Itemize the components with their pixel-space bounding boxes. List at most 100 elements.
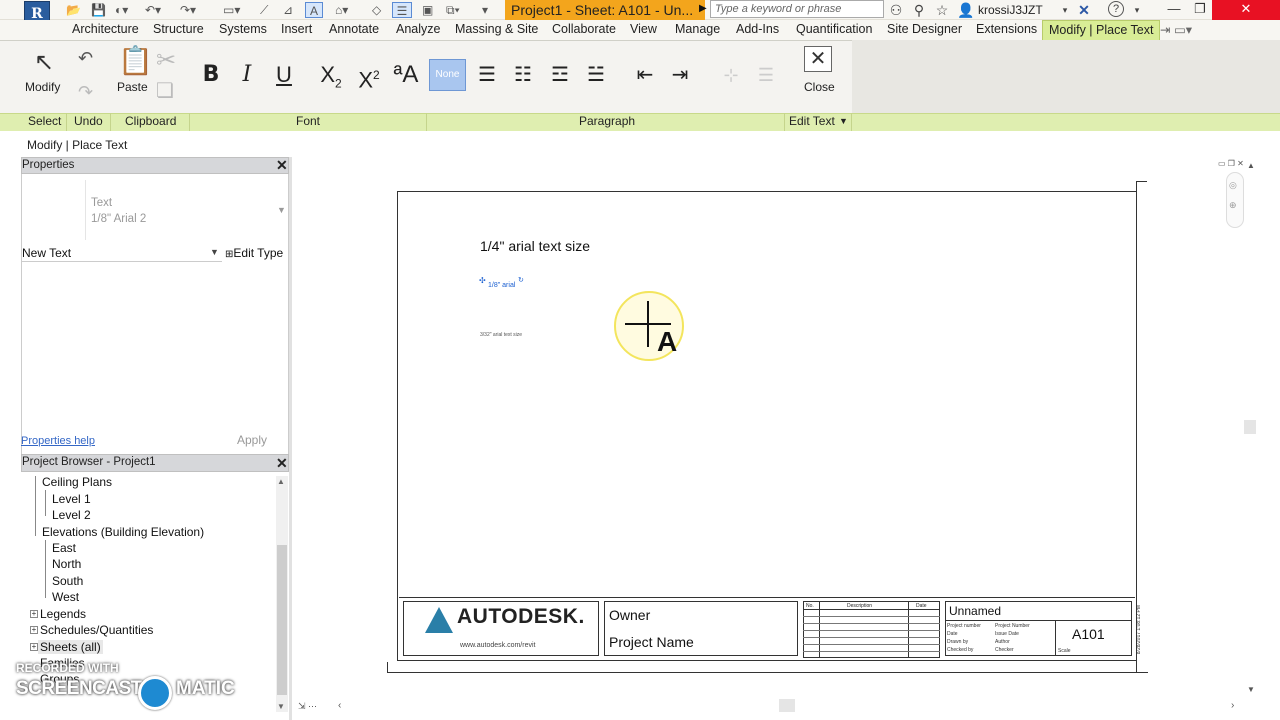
window-close-button[interactable]: ✕ xyxy=(1212,0,1280,20)
text-rotate-handle-icon[interactable]: ↻ xyxy=(518,276,524,284)
scroll-down-icon[interactable]: ▼ xyxy=(277,702,285,711)
tree-item-west[interactable]: West xyxy=(52,590,79,604)
type-name[interactable]: 1/8" Arial 2 xyxy=(91,213,146,225)
scroll-left-icon[interactable]: ‹ xyxy=(338,700,341,711)
increase-list-level-icon[interactable]: ⊹ xyxy=(716,60,746,90)
instance-filter-select[interactable]: New Text xyxy=(21,245,222,262)
favorites-star-icon[interactable]: ☆ xyxy=(933,1,951,19)
horizontal-scroll-thumb[interactable] xyxy=(779,699,795,712)
lowercase-list-icon[interactable]: ☲ xyxy=(545,60,575,90)
help-dropdown-icon[interactable]: ▾ xyxy=(1128,1,1146,19)
canvas-horizontal-scrollbar[interactable] xyxy=(292,699,1257,713)
modify-cursor-icon[interactable]: ↖ xyxy=(32,48,56,77)
tab-add-ins[interactable]: Add-Ins xyxy=(736,22,779,36)
text-tool-icon[interactable]: A xyxy=(305,2,323,18)
exchange-apps-icon[interactable]: ✕ xyxy=(1075,1,1093,19)
tree-item-sheets[interactable]: Sheets (all) xyxy=(38,640,103,654)
panel-select[interactable]: Select xyxy=(28,114,61,128)
user-icon[interactable]: 👤 xyxy=(957,1,975,19)
decrease-list-level-icon[interactable]: ☰ xyxy=(751,60,781,90)
copy-icon[interactable]: ❏ xyxy=(156,78,174,103)
modify-button[interactable]: Modify xyxy=(25,80,60,94)
text-note-quarter-inch[interactable]: 1/4" arial text size xyxy=(480,238,590,254)
type-selector-dropdown-icon[interactable]: ▼ xyxy=(277,205,286,215)
tree-item-ceiling-plans[interactable]: Ceiling Plans xyxy=(42,475,112,489)
tab-modify-place-text[interactable]: Modify | Place Text xyxy=(1042,20,1161,40)
panel-edit-text[interactable]: Edit Text xyxy=(789,114,835,128)
undo-ribbon-icon[interactable]: ↶ xyxy=(78,48,93,69)
bullets-icon[interactable]: ☰ xyxy=(472,60,502,90)
paste-button[interactable]: Paste xyxy=(117,80,148,94)
close-hidden-icon[interactable]: ▣ xyxy=(422,2,433,18)
increase-indent-icon[interactable]: ⇥ xyxy=(665,60,695,90)
redo-ribbon-icon[interactable]: ↷ xyxy=(78,82,93,103)
properties-close-icon[interactable]: ✕ xyxy=(276,157,288,174)
user-dropdown-icon[interactable]: ▾ xyxy=(1056,1,1074,19)
close-icon[interactable]: ✕ xyxy=(804,46,832,72)
scroll-right-icon[interactable]: › xyxy=(1231,700,1234,711)
tab-site-designer[interactable]: Site Designer xyxy=(887,22,962,36)
vertical-scroll-thumb[interactable] xyxy=(1244,420,1256,434)
edit-type-button[interactable]: ⊞Edit Type xyxy=(225,246,283,260)
undo-icon[interactable]: ↶▾ xyxy=(145,2,161,18)
minimize-button[interactable]: — xyxy=(1160,0,1188,20)
steering-wheel-icon[interactable]: ◎ xyxy=(1229,180,1237,191)
measure-icon[interactable]: ⟋ xyxy=(260,2,268,18)
thin-lines-icon[interactable]: ☰ xyxy=(392,2,412,18)
tab-architecture[interactable]: Architecture xyxy=(72,22,139,36)
view-window-controls-icon[interactable]: ▭ ❐ ✕ xyxy=(1218,159,1244,168)
tree-item-schedules[interactable]: Schedules/Quantities xyxy=(40,623,153,637)
expand-arrow-icon[interactable]: ▶ xyxy=(699,3,707,14)
expand-icon[interactable]: + xyxy=(30,610,38,618)
tree-item-level-1[interactable]: Level 1 xyxy=(52,492,91,506)
switch-windows-icon[interactable]: ⧉▾ xyxy=(446,2,460,18)
tab-systems[interactable]: Systems xyxy=(219,22,267,36)
close-button[interactable]: Close xyxy=(804,80,835,94)
tab-collaborate[interactable]: Collaborate xyxy=(552,22,616,36)
instance-dropdown-icon[interactable]: ▼ xyxy=(210,247,219,257)
tree-item-south[interactable]: South xyxy=(52,574,83,588)
expand-icon[interactable]: + xyxy=(30,626,38,634)
view-control-bar-icon[interactable]: ⇲ ⋯ xyxy=(298,701,317,712)
tree-item-level-2[interactable]: Level 2 xyxy=(52,508,91,522)
tab-manage[interactable]: Manage xyxy=(675,22,720,36)
subscription-icon[interactable]: ⚲ xyxy=(910,1,928,19)
italic-button[interactable]: I xyxy=(232,60,262,90)
tree-item-elevations[interactable]: Elevations (Building Elevation) xyxy=(42,525,204,539)
tab-structure[interactable]: Structure xyxy=(153,22,204,36)
scroll-up-icon[interactable]: ▲ xyxy=(277,477,285,486)
section-icon[interactable]: ◇ xyxy=(372,2,381,18)
scroll-up-icon[interactable]: ▲ xyxy=(1247,161,1255,170)
open-icon[interactable]: 📂 xyxy=(66,2,81,18)
superscript-icon[interactable]: X2 xyxy=(354,60,384,92)
redo-icon[interactable]: ↷▾ xyxy=(180,2,196,18)
user-name[interactable]: krossiJ3JZT xyxy=(978,3,1043,17)
tree-item-legends[interactable]: Legends xyxy=(40,607,86,621)
tab-extensions[interactable]: Extensions xyxy=(976,22,1037,36)
tree-item-north[interactable]: North xyxy=(52,557,81,571)
tab-insert[interactable]: Insert xyxy=(281,22,312,36)
tab-analyze[interactable]: Analyze xyxy=(396,22,440,36)
tab-annotate[interactable]: Annotate xyxy=(329,22,379,36)
project-browser-scroll-thumb[interactable] xyxy=(277,545,287,695)
text-move-handle-icon[interactable]: ✣ xyxy=(479,276,486,285)
scroll-down-icon[interactable]: ▼ xyxy=(1247,685,1255,694)
subscript-icon[interactable]: X2 xyxy=(316,60,346,90)
3d-view-icon[interactable]: ⌂▾ xyxy=(335,2,348,18)
text-note-small[interactable]: 3/32" arial text size xyxy=(480,332,522,338)
dimension-icon[interactable]: ⊿ xyxy=(283,2,293,18)
tab-view[interactable]: View xyxy=(630,22,657,36)
paste-icon[interactable]: 📋 xyxy=(118,44,153,77)
binoculars-icon[interactable]: ⚇ xyxy=(887,1,905,19)
search-input[interactable]: Type a keyword or phrase xyxy=(710,0,884,18)
qat-dropdown-icon[interactable]: ▾ xyxy=(482,2,488,18)
expand-icon[interactable]: + xyxy=(30,643,38,651)
numbering-icon[interactable]: ☷ xyxy=(508,60,538,90)
cut-icon[interactable]: ✂ xyxy=(156,46,176,75)
tab-massing-site[interactable]: Massing & Site xyxy=(455,22,538,36)
list-style-none-button[interactable]: None xyxy=(429,59,466,91)
help-icon[interactable]: ? xyxy=(1108,1,1124,17)
ribbon-minimize-icon[interactable]: ⇥ ▭▾ xyxy=(1160,22,1192,37)
maximize-button[interactable]: ❐ xyxy=(1186,0,1214,20)
text-note-eighth-inch[interactable]: 1/8" arial xyxy=(488,282,515,289)
